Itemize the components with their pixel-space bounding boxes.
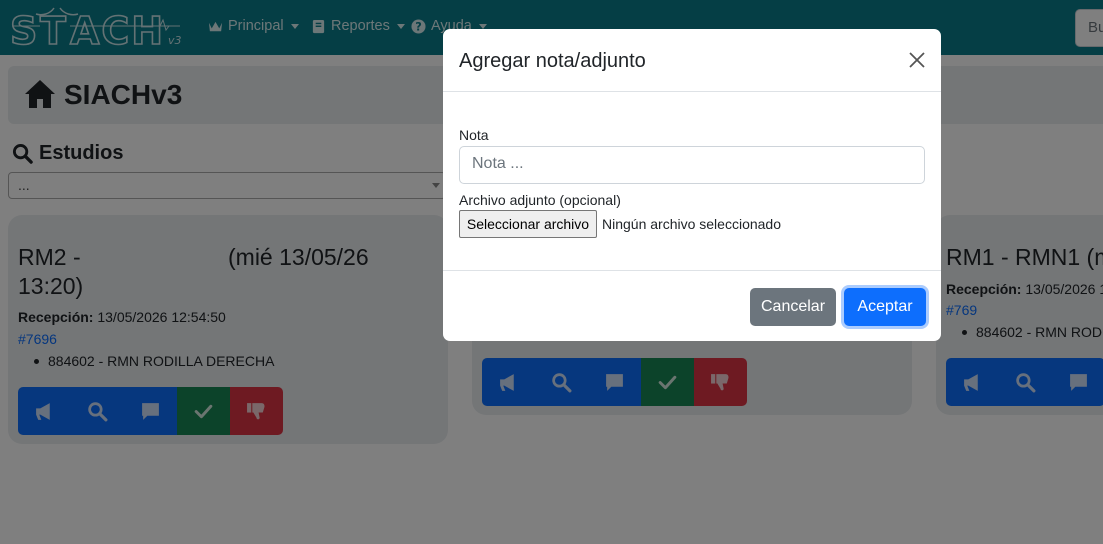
modal-footer: Cancelar Aceptar (443, 270, 941, 341)
file-status: Ningún archivo seleccionado (602, 216, 781, 232)
close-icon[interactable] (908, 51, 926, 69)
cancel-button[interactable]: Cancelar (750, 288, 836, 326)
accept-button[interactable]: Aceptar (844, 288, 926, 326)
nota-label: Nota (459, 127, 489, 143)
modal-header: Agregar nota/adjunto (443, 29, 941, 92)
nota-input[interactable]: Nota ... (459, 146, 925, 184)
modal-title: Agregar nota/adjunto (459, 50, 646, 72)
add-note-modal: Agregar nota/adjunto Nota Nota ... Archi… (443, 29, 941, 341)
archivo-label: Archivo adjunto (opcional) (459, 192, 621, 208)
select-file-button[interactable]: Seleccionar archivo (459, 210, 597, 238)
